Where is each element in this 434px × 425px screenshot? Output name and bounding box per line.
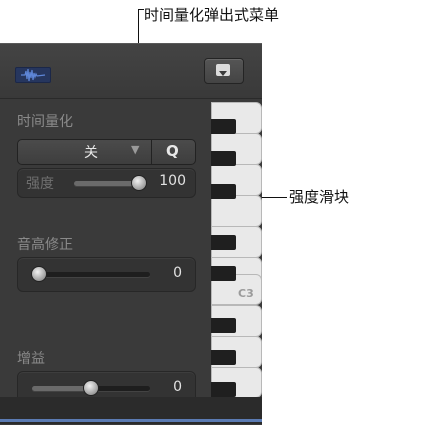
strength-label: 强度 xyxy=(26,176,54,192)
gain-value[interactable]: 0 xyxy=(154,379,182,395)
gain-slider-knob[interactable] xyxy=(83,380,99,396)
waveform-icon[interactable] xyxy=(15,67,51,83)
panel-header xyxy=(0,44,262,99)
gain-label: 增益 xyxy=(17,351,45,367)
callout-leader-horizontal xyxy=(138,9,144,10)
quantize-q-button[interactable]: Q xyxy=(151,140,196,164)
piano-black-key[interactable] xyxy=(211,382,236,397)
pitch-correction-value[interactable]: 0 xyxy=(154,265,182,281)
strength-slider-knob[interactable] xyxy=(131,175,147,191)
time-quantize-value: 关 xyxy=(84,145,98,161)
selection-highlight-line xyxy=(0,419,262,422)
strength-value[interactable]: 100 xyxy=(154,173,186,189)
piano-black-key[interactable] xyxy=(211,119,236,134)
piano-black-key[interactable] xyxy=(211,266,236,281)
time-quantize-popup: 关 ▼ Q xyxy=(17,139,196,165)
q-button-label: Q xyxy=(166,142,179,160)
piano-white-key[interactable] xyxy=(211,195,262,227)
pitch-correction-slider-knob[interactable] xyxy=(31,266,47,282)
time-quantize-label: 时间量化 xyxy=(17,114,73,130)
popup-arrow-icon: ▼ xyxy=(131,143,140,156)
piano-black-key[interactable] xyxy=(211,235,236,250)
callout-strength-slider: 强度滑块 xyxy=(289,188,350,206)
piano-black-key[interactable] xyxy=(211,318,236,333)
piano-black-key[interactable] xyxy=(211,350,236,365)
time-quantize-menu[interactable]: 关 ▼ xyxy=(18,140,151,164)
callout-time-quantize-popup: 时间量化弹出式菜单 xyxy=(144,6,280,24)
piano-keyboard: C3 xyxy=(211,102,262,398)
popup-menu-icon xyxy=(216,64,230,76)
pitch-correction-label: 音高修正 xyxy=(17,237,73,253)
piano-black-key[interactable] xyxy=(211,184,236,199)
c3-label: C3 xyxy=(238,287,254,300)
pitch-correction-box: 0 xyxy=(17,257,196,292)
pitch-correction-slider[interactable] xyxy=(32,272,150,277)
piano-black-key[interactable] xyxy=(211,151,236,166)
popup-menu-button[interactable] xyxy=(204,58,244,84)
strength-box: 强度 100 xyxy=(17,168,196,198)
